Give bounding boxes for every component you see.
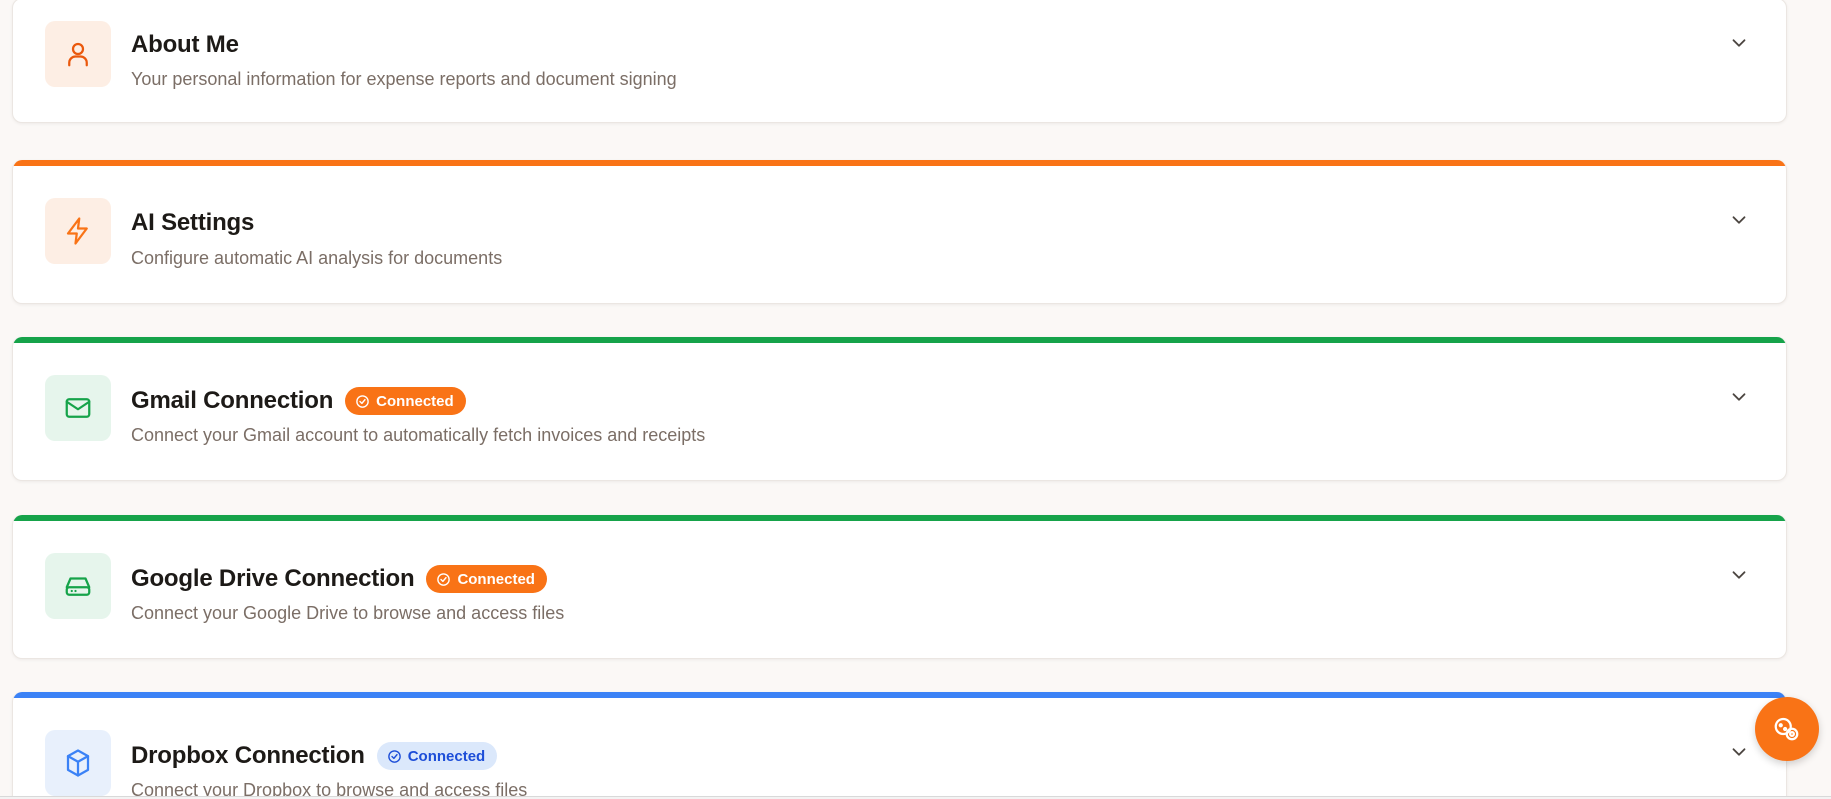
google-drive-title-row: Google Drive Connection Connected [131,565,547,593]
about-me-title: About Me [131,31,239,58]
gmail-subtitle: Connect your Gmail account to automatica… [131,425,706,445]
dropbox-title-row: Dropbox Connection Connected [131,742,498,770]
connected-badge-label: Connected [407,747,486,765]
ai-settings-icon-box [45,198,111,264]
ai-settings-accent-bar [13,160,1786,166]
google-drive-icon-box [45,553,111,619]
dropbox-title: Dropbox Connection [131,742,365,769]
mail-icon [65,398,91,418]
connected-badge: Connected [376,742,498,770]
gmail-icon-box [45,375,111,441]
dropbox-subtitle: Connect your Dropbox to browse and acces… [131,780,528,797]
check-circle-icon [356,394,369,408]
about-me-title-row: About Me [131,31,239,59]
chevron-down-icon[interactable] [1728,564,1750,586]
google-drive-accent-bar [13,515,1786,521]
about-me-subtitle: Your personal information for expense re… [131,69,677,89]
google-drive-subtitle: Connect your Google Drive to browse and … [131,603,565,623]
chevron-down-icon[interactable] [1728,209,1750,231]
chevron-down-icon[interactable] [1728,741,1750,763]
ai-settings-title-row: AI Settings [131,209,254,237]
gmail-title-row: Gmail Connection Connected [131,387,466,415]
connected-badge: Connected [345,387,466,415]
about-me-card[interactable]: About Me Your personal information for e… [12,0,1787,123]
lightning-icon [66,217,88,245]
hard-drive-icon [65,577,91,596]
gmail-connection-card[interactable]: Gmail Connection Connected Connect your … [12,337,1787,481]
chevron-down-icon[interactable] [1728,32,1750,54]
dropbox-connection-card[interactable]: Dropbox Connection Connected Connect you… [12,692,1787,797]
ai-settings-subtitle: Configure automatic AI analysis for docu… [131,248,503,268]
settings-page: About Me Your personal information for e… [0,0,1831,797]
box-icon [66,749,90,777]
cookie-settings-icon [1774,717,1799,741]
user-icon [68,42,88,67]
dropbox-accent-bar [13,692,1786,698]
google-drive-title: Google Drive Connection [131,565,415,592]
check-circle-icon [387,749,401,763]
cookie-settings-button[interactable] [1755,697,1819,761]
chevron-down-icon[interactable] [1728,386,1750,408]
ai-settings-card[interactable]: AI Settings Configure automatic AI analy… [12,160,1787,304]
gmail-accent-bar [13,337,1786,343]
check-circle-icon [437,572,451,586]
gmail-title: Gmail Connection [131,387,334,414]
connected-badge-label: Connected [457,570,535,588]
connected-badge-label: Connected [376,392,454,410]
about-me-icon-box [45,21,111,87]
ai-settings-title: AI Settings [131,209,255,236]
dropbox-icon-box [45,730,111,796]
connected-badge: Connected [426,565,547,593]
google-drive-connection-card[interactable]: Google Drive Connection Connected Connec… [12,515,1787,659]
